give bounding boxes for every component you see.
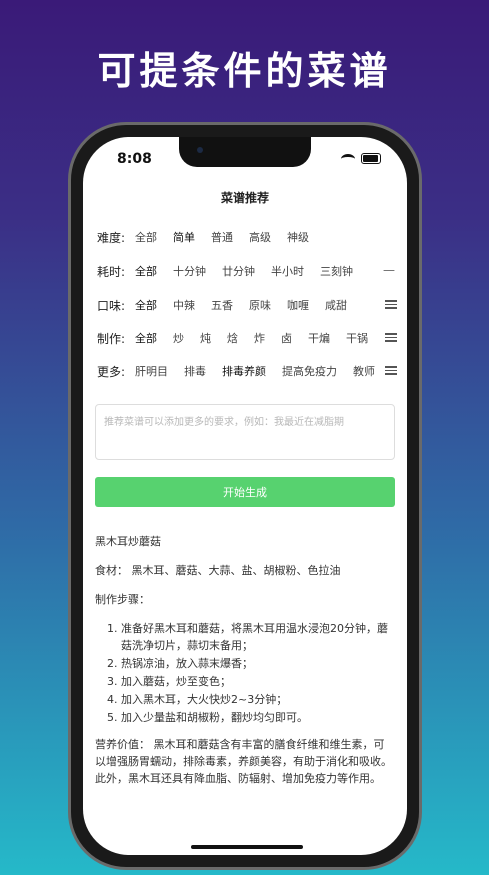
list-item: 加入黑木耳，大火快炒2~3分钟； [121, 691, 395, 708]
filter-option[interactable]: 干锅 [346, 330, 368, 346]
filter-label: 更多: [97, 364, 126, 379]
promo-headline: 可提条件的菜谱 [97, 49, 392, 93]
filter-option[interactable]: 排毒 [184, 363, 206, 379]
filter-option[interactable]: 十分钟 [173, 263, 206, 279]
filter-option[interactable]: 高级 [249, 229, 271, 245]
filter-row-taste: 口味: 全部 中辣 五香 原味 咖喱 咸甜 [97, 293, 397, 317]
status-time: 8:08 [117, 151, 152, 167]
request-input[interactable]: 推荐菜谱可以添加更多的要求，例如：我最近在减脂期 [95, 404, 395, 460]
filter-option[interactable]: 普通 [211, 229, 233, 245]
filter-option[interactable]: 咖喱 [287, 297, 309, 313]
menu-icon[interactable] [385, 364, 397, 376]
home-indicator[interactable] [191, 845, 303, 849]
filter-option[interactable]: 炖 [200, 330, 211, 346]
filter-label: 难度: [97, 230, 126, 245]
filter-option-selected[interactable]: 简单 [173, 229, 195, 245]
filter-option[interactable]: 中辣 [173, 297, 195, 313]
filter-option[interactable]: 提高免疫力 [282, 363, 337, 379]
status-icons [341, 153, 381, 164]
filter-option[interactable]: 教师 [353, 363, 375, 379]
filter-option[interactable]: 三刻钟 [320, 263, 353, 279]
filter-option[interactable]: 全部 [135, 229, 157, 245]
scroll-more-icon[interactable]: — [383, 263, 395, 277]
filter-option-selected[interactable]: 全部 [135, 263, 157, 279]
filter-option[interactable]: 肝明目 [135, 363, 168, 379]
camera-icon [197, 147, 203, 153]
filter-option[interactable]: 咸甜 [325, 297, 347, 313]
filter-option[interactable]: 焓 [227, 330, 238, 346]
recipe-result: 黑木耳炒蘑菇 食材： 黑木耳、蘑菇、大蒜、盐、胡椒粉、色拉油 制作步骤： 准备好… [95, 533, 395, 799]
filter-row-method: 制作: 全部 炒 炖 焓 炸 卤 干煸 干锅 [97, 326, 397, 350]
filter-row-more: 更多: 肝明目 排毒 排毒养颜 提高免疫力 教师 [97, 359, 397, 383]
list-item: 准备好黑木耳和蘑菇，将黑木耳用温水浸泡20分钟，蘑菇洗净切片，蒜切末备用； [121, 620, 395, 654]
recipe-steps: 准备好黑木耳和蘑菇，将黑木耳用温水浸泡20分钟，蘑菇洗净切片，蒜切末备用； 热锅… [95, 620, 395, 726]
filter-option[interactable]: 半小时 [271, 263, 304, 279]
filter-label: 制作: [97, 331, 126, 346]
filter-option[interactable]: 卤 [281, 330, 292, 346]
filter-option[interactable]: 炒 [173, 330, 184, 346]
recipe-nutrition: 营养价值： 黑木耳和蘑菇含有丰富的膳食纤维和维生素，可以增强肠胃蠕动，排除毒素，… [95, 738, 392, 785]
filter-option[interactable]: 炸 [254, 330, 265, 346]
filter-label: 耗时: [97, 264, 126, 279]
battery-icon [361, 153, 381, 164]
filter-option[interactable]: 神级 [287, 229, 309, 245]
filter-option-selected[interactable]: 排毒养颜 [222, 363, 266, 379]
wifi-icon [341, 153, 355, 164]
filter-option-selected[interactable]: 全部 [135, 297, 157, 313]
recipe-ingredients: 食材： 黑木耳、蘑菇、大蒜、盐、胡椒粉、色拉油 [95, 564, 341, 577]
filter-option[interactable]: 干煸 [308, 330, 330, 346]
list-item: 加入蘑菇，炒至变色； [121, 673, 395, 690]
recipe-steps-title: 制作步骤： [95, 593, 150, 606]
menu-icon[interactable] [385, 298, 397, 310]
generate-button[interactable]: 开始生成 [95, 477, 395, 507]
menu-icon[interactable] [385, 331, 397, 343]
list-item: 加入少量盐和胡椒粉，翻炒均匀即可。 [121, 709, 395, 726]
filter-option[interactable]: 五香 [211, 297, 233, 313]
filter-row-difficulty: 难度: 全部 简单 普通 高级 神级 [97, 225, 397, 249]
filter-option-selected[interactable]: 全部 [135, 330, 157, 346]
list-item: 热锅凉油，放入蒜末爆香； [121, 655, 395, 672]
recipe-name: 黑木耳炒蘑菇 [95, 535, 161, 548]
filter-option[interactable]: 原味 [249, 297, 271, 313]
notch [179, 137, 311, 167]
page-title: 菜谱推荐 [220, 191, 269, 205]
filter-option[interactable]: 廿分钟 [222, 263, 255, 279]
phone-frame: 8:08 菜谱推荐 难度: 全部 简单 普通 高级 神级 耗时: 全部 十分钟 … [68, 122, 422, 870]
app-screen: 8:08 菜谱推荐 难度: 全部 简单 普通 高级 神级 耗时: 全部 十分钟 … [83, 137, 407, 855]
filter-label: 口味: [97, 298, 126, 313]
filter-row-time: 耗时: 全部 十分钟 廿分钟 半小时 三刻钟 — [97, 259, 397, 283]
